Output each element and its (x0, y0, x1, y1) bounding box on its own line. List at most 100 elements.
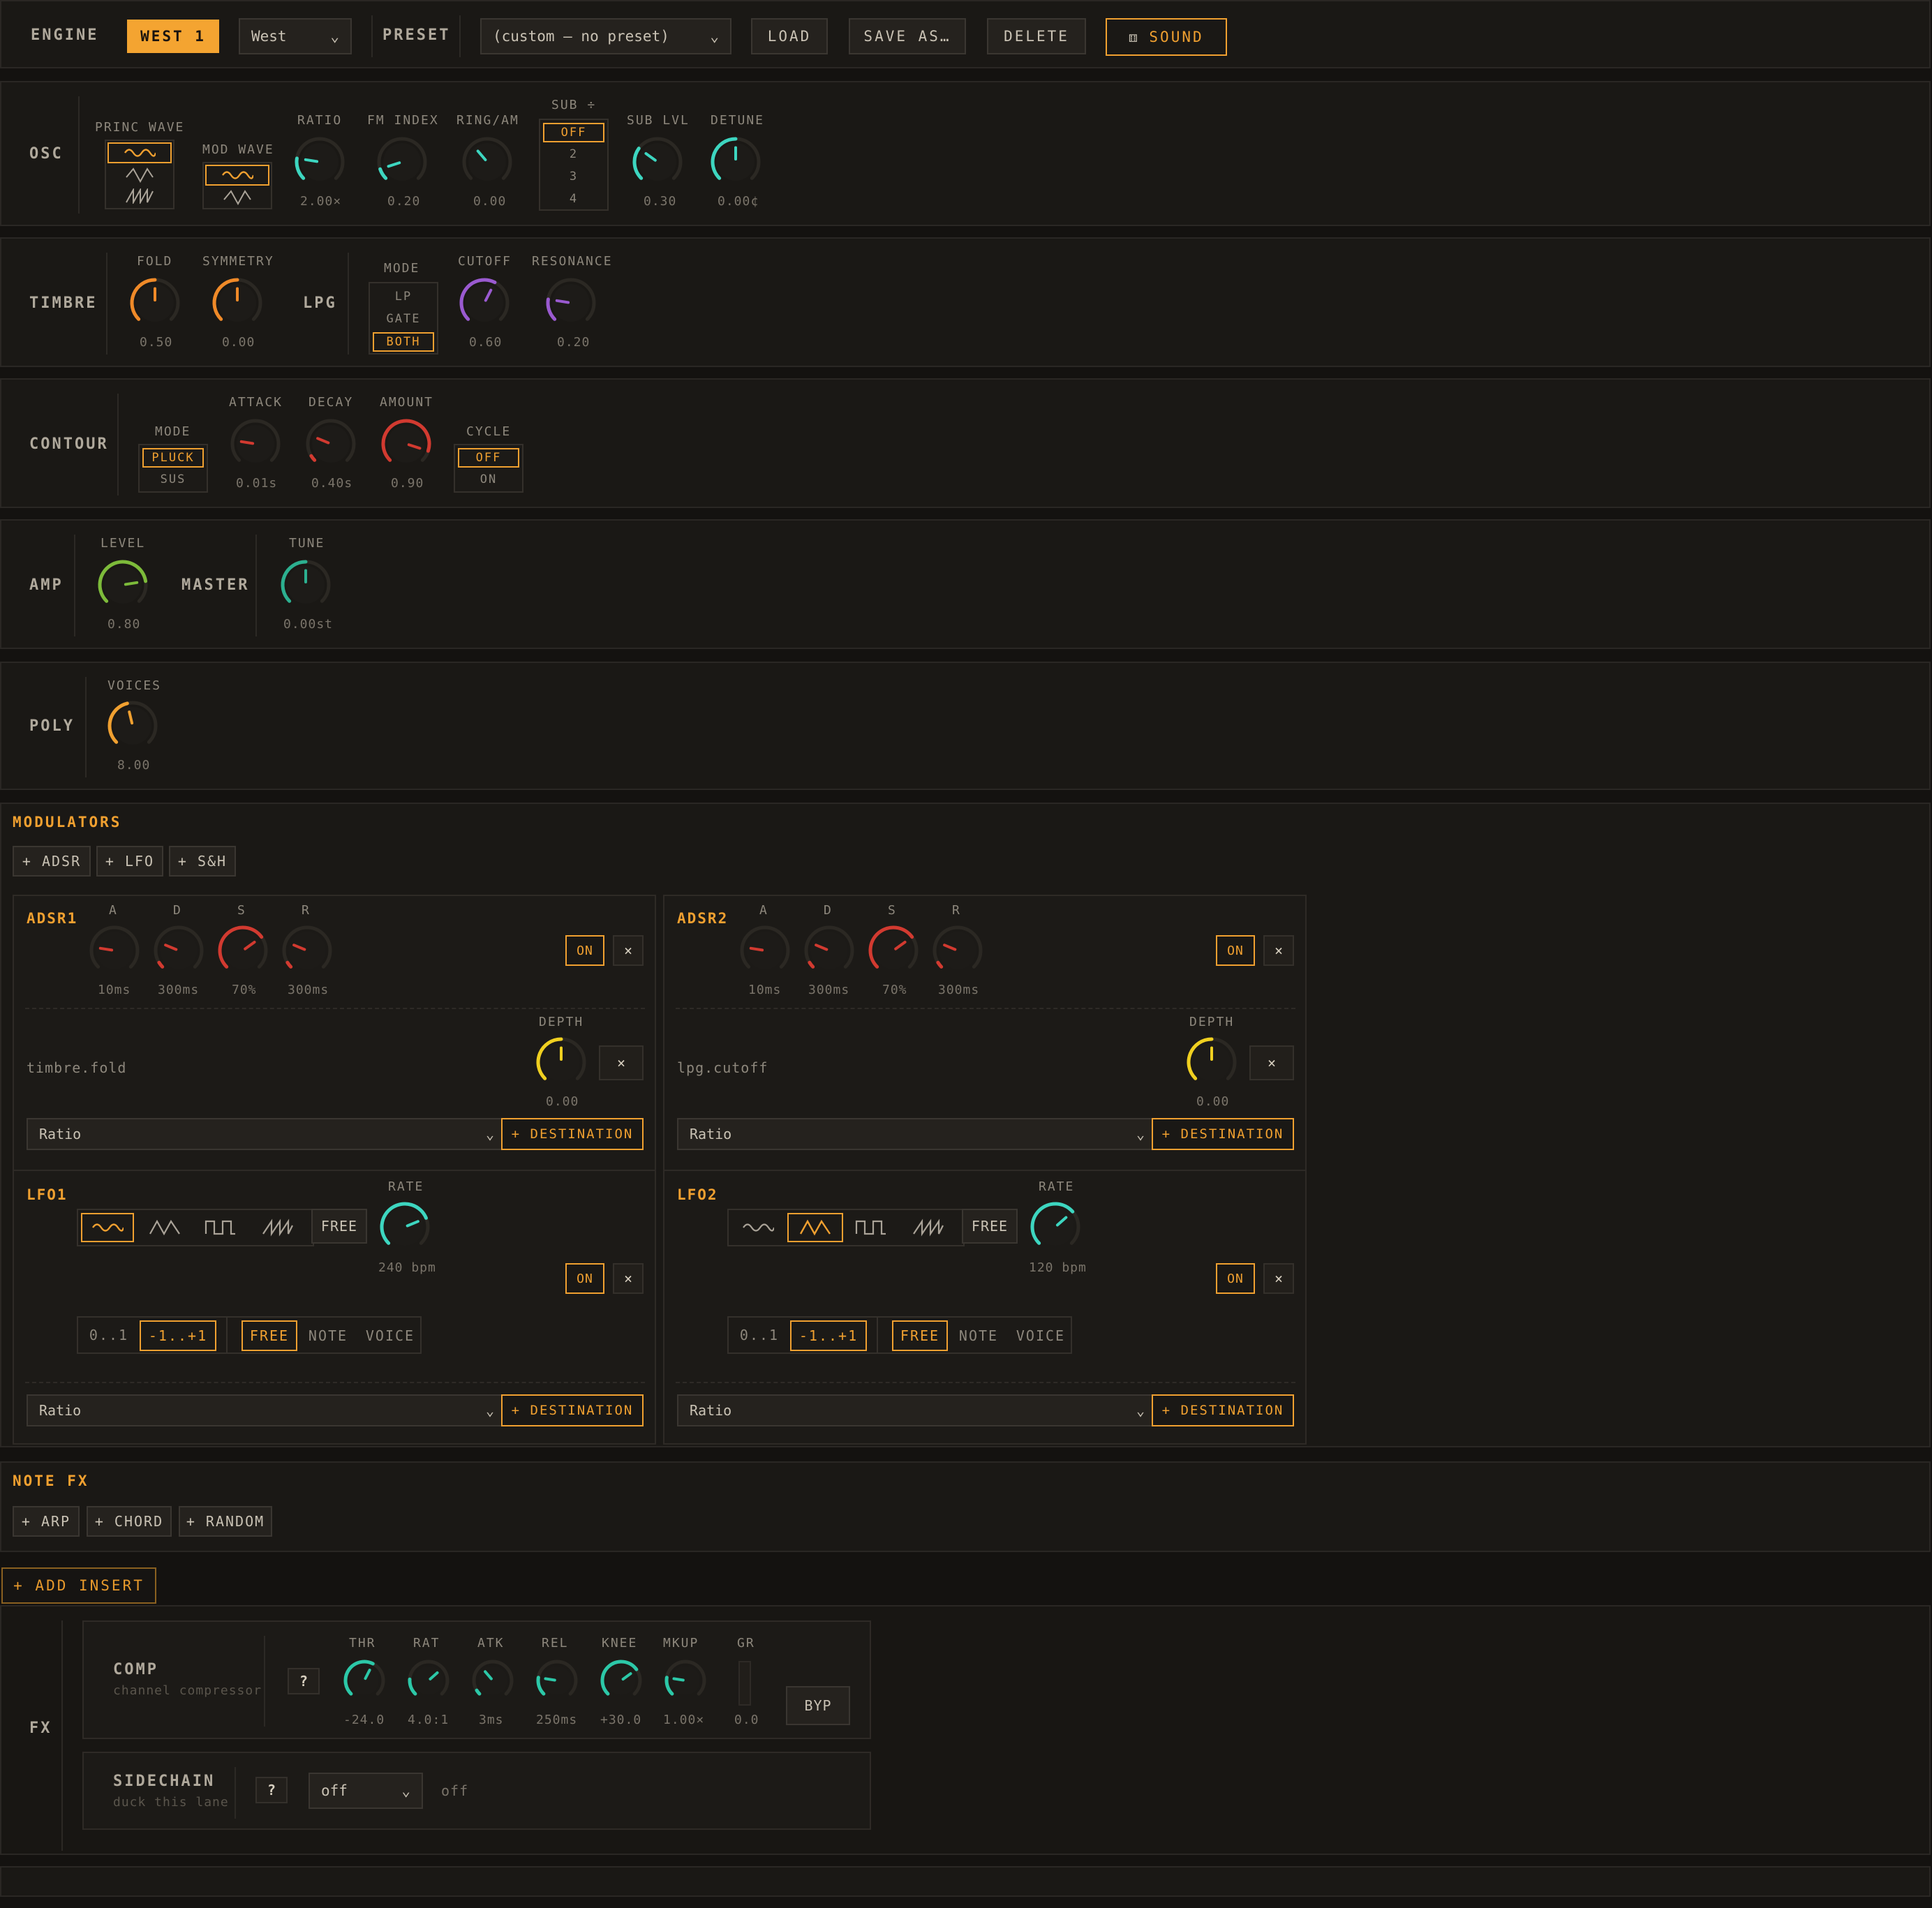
lfo-wave-selector[interactable] (77, 1209, 314, 1246)
close-icon[interactable]: × (613, 935, 644, 966)
destination-select[interactable]: Ratio ⌄ (677, 1118, 1157, 1150)
lfo-range-bipolar[interactable]: -1..+1 (790, 1320, 867, 1351)
mod-wave-selector[interactable] (202, 162, 272, 209)
comp-rat-knob[interactable] (406, 1658, 451, 1703)
load-button[interactable]: LOAD (751, 18, 828, 54)
destination-select[interactable]: Ratio ⌄ (677, 1394, 1157, 1426)
close-icon[interactable]: × (1263, 935, 1294, 966)
sub-option-2[interactable]: 2 (543, 144, 604, 165)
sub-selector[interactable]: OFF 2 3 4 (539, 119, 609, 211)
lfo-range-bipolar[interactable]: -1..+1 (140, 1320, 216, 1351)
add-destination-button[interactable]: + DESTINATION (1152, 1394, 1294, 1426)
adsr-d-knob[interactable] (152, 924, 205, 977)
comp-rel-knob[interactable] (535, 1658, 579, 1703)
sine-wave-option[interactable] (731, 1213, 785, 1242)
contour-mode-pluck[interactable]: PLUCK (142, 448, 204, 468)
adsr-a-knob[interactable] (738, 924, 792, 977)
add-adsr-button[interactable]: + ADSR (13, 846, 91, 877)
add-lfo-button[interactable]: + LFO (96, 846, 163, 877)
level-knob[interactable] (96, 558, 149, 611)
saw-wave-option[interactable] (899, 1213, 958, 1242)
lfo-on-toggle[interactable]: ON (1216, 1263, 1255, 1294)
adsr-r-knob[interactable] (281, 924, 334, 977)
add-destination-button[interactable]: + DESTINATION (1152, 1118, 1294, 1150)
lfo-free-button[interactable]: FREE (962, 1209, 1018, 1244)
attack-knob[interactable] (229, 417, 282, 470)
lfo-wave-selector[interactable] (727, 1209, 965, 1246)
saw-wave-option[interactable] (248, 1213, 307, 1242)
amount-knob[interactable] (380, 417, 433, 470)
save-as-button[interactable]: SAVE AS… (849, 18, 966, 54)
comp-mkup-knob[interactable] (663, 1658, 708, 1703)
resonance-knob[interactable] (544, 276, 597, 329)
engine-select[interactable]: West ⌄ (239, 18, 352, 54)
engine-badge[interactable]: WEST 1 (127, 20, 219, 53)
lfo-rate-knob[interactable] (1029, 1200, 1082, 1253)
cycle-off[interactable]: OFF (458, 448, 519, 468)
sub-option-3[interactable]: 3 (543, 166, 604, 187)
lfo-range-unipolar[interactable]: 0..1 (731, 1320, 787, 1350)
sub-option-4[interactable]: 4 (543, 188, 604, 209)
lpg-mode-lp[interactable]: LP (373, 286, 434, 307)
adsr-r-knob[interactable] (931, 924, 984, 977)
add-destination-button[interactable]: + DESTINATION (501, 1118, 644, 1150)
symmetry-knob[interactable] (211, 276, 264, 329)
princ-wave-selector[interactable] (105, 140, 174, 209)
sub-option-off[interactable]: OFF (543, 123, 604, 142)
lfo-range-selector[interactable]: 0..1 -1..+1 (727, 1316, 885, 1354)
comp-atk-knob[interactable] (470, 1658, 515, 1703)
lpg-mode-both[interactable]: BOTH (373, 332, 434, 352)
lfo-free-button[interactable]: FREE (311, 1209, 367, 1244)
add-random-button[interactable]: + RANDOM (179, 1506, 272, 1537)
adsr-on-toggle[interactable]: ON (1216, 935, 1255, 966)
sine-wave-option[interactable] (205, 165, 269, 186)
sine-wave-option[interactable] (107, 142, 172, 163)
comp-thr-knob[interactable] (342, 1658, 387, 1703)
destination-select[interactable]: Ratio ⌄ (27, 1394, 507, 1426)
cycle-on[interactable]: ON (458, 469, 519, 490)
sidechain-source-select[interactable]: off ⌄ (309, 1773, 423, 1809)
tune-knob[interactable] (279, 558, 332, 611)
lfo-trig-voice[interactable]: VOICE (1011, 1320, 1071, 1351)
lfo-trig-note[interactable]: NOTE (300, 1320, 356, 1351)
add-destination-button[interactable]: + DESTINATION (501, 1394, 644, 1426)
delete-button[interactable]: DELETE (987, 18, 1086, 54)
help-icon[interactable]: ? (288, 1668, 320, 1694)
add-sh-button[interactable]: + S&H (169, 846, 236, 877)
adsr-s-knob[interactable] (216, 924, 269, 977)
square-wave-option[interactable] (843, 1213, 899, 1242)
close-icon[interactable]: × (1249, 1045, 1294, 1080)
lfo-range-unipolar[interactable]: 0..1 (81, 1320, 137, 1350)
lfo-trig-voice[interactable]: VOICE (360, 1320, 420, 1351)
lfo-on-toggle[interactable]: ON (565, 1263, 604, 1294)
close-icon[interactable]: × (1263, 1263, 1294, 1294)
sine-wave-option[interactable] (81, 1213, 134, 1242)
depth-knob[interactable] (1185, 1036, 1238, 1089)
lpg-mode-selector[interactable]: LP GATE BOTH (369, 282, 438, 355)
close-icon[interactable]: × (599, 1045, 644, 1080)
sound-button[interactable]: ⚅ SOUND (1106, 18, 1227, 56)
ring-am-knob[interactable] (461, 135, 514, 188)
lfo-rate-knob[interactable] (378, 1200, 431, 1253)
adsr-on-toggle[interactable]: ON (565, 935, 604, 966)
add-chord-button[interactable]: + CHORD (87, 1506, 172, 1537)
triangle-wave-option[interactable] (787, 1213, 843, 1242)
contour-mode-sus[interactable]: SUS (142, 469, 204, 490)
lfo-range-selector[interactable]: 0..1 -1..+1 (77, 1316, 235, 1354)
lfo-trig-free[interactable]: FREE (892, 1320, 948, 1351)
adsr-a-knob[interactable] (88, 924, 141, 977)
adsr-s-knob[interactable] (867, 924, 920, 977)
sub-lvl-knob[interactable] (631, 135, 684, 188)
fm-index-knob[interactable] (376, 135, 429, 188)
triangle-wave-option[interactable] (205, 187, 269, 208)
comp-knee-knob[interactable] (599, 1658, 644, 1703)
detune-knob[interactable] (709, 135, 762, 188)
lpg-mode-gate[interactable]: GATE (373, 308, 434, 329)
triangle-wave-option[interactable] (107, 165, 172, 186)
lfo-trig-selector[interactable]: FREE NOTE VOICE (877, 1316, 1072, 1354)
close-icon[interactable]: × (613, 1263, 644, 1294)
help-icon[interactable]: ? (255, 1777, 288, 1803)
decay-knob[interactable] (304, 417, 357, 470)
triangle-wave-option[interactable] (137, 1213, 193, 1242)
adsr-d-knob[interactable] (803, 924, 856, 977)
